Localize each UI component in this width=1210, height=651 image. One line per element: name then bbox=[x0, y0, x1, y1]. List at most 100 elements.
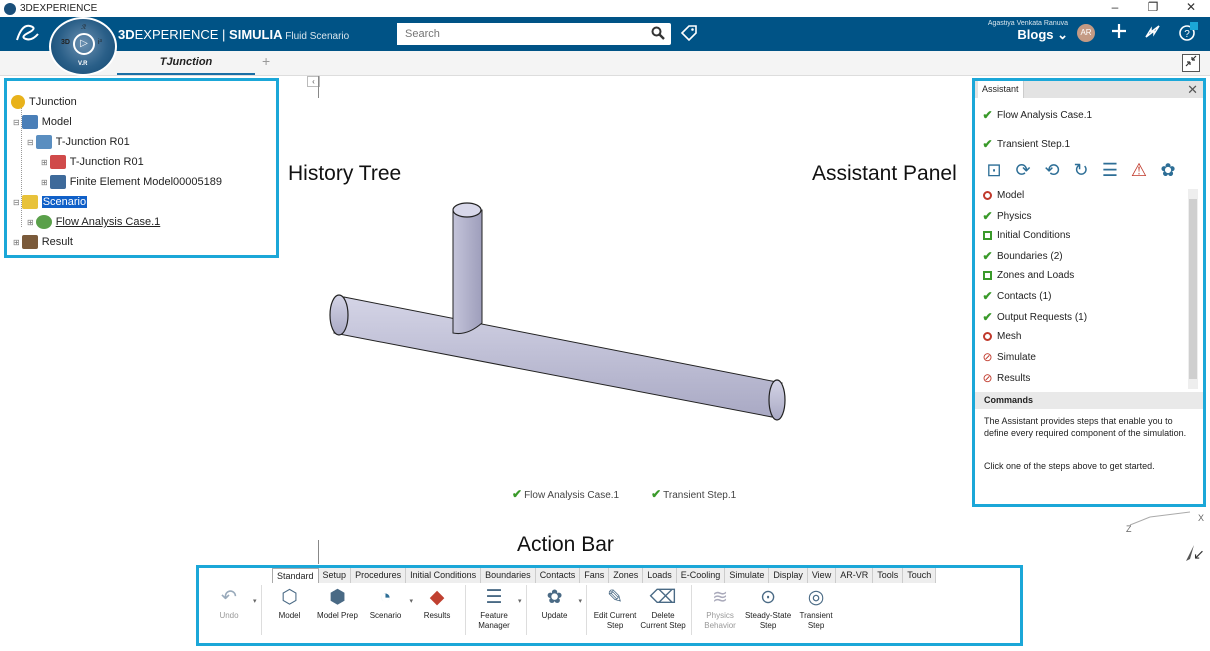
assistant-scrollbar[interactable] bbox=[1188, 189, 1198, 389]
tab-boundaries[interactable]: Boundaries bbox=[481, 568, 536, 583]
edit-step-button[interactable]: ✎ Edit Current Step bbox=[591, 585, 639, 631]
step-simulate[interactable]: ⊘ Simulate bbox=[981, 351, 1035, 364]
refresh-icon[interactable]: ⟳ bbox=[1012, 159, 1034, 181]
tree-node-result[interactable]: ⊞ Result bbox=[13, 235, 73, 249]
close-button[interactable]: ✕ bbox=[1172, 0, 1210, 15]
svg-text:?: ? bbox=[1184, 29, 1190, 40]
physics-behavior-button[interactable]: ≋ Physics Behavior bbox=[696, 585, 744, 631]
help-icon[interactable]: ? bbox=[1178, 22, 1198, 47]
user-menu[interactable]: Agastiya Venkata Ranuva Blogs ⌄ bbox=[960, 20, 1068, 43]
undo-button[interactable]: ↶ Undo bbox=[205, 585, 253, 621]
refresh-play-icon[interactable]: ↻ bbox=[1070, 159, 1092, 181]
warning-icon[interactable]: ⚠ bbox=[1128, 159, 1150, 181]
tab-setup[interactable]: Setup bbox=[318, 568, 352, 583]
tab-loads[interactable]: Loads bbox=[643, 568, 677, 583]
status-transient[interactable]: ✔ Transient Step.1 bbox=[651, 487, 736, 501]
ds-logo-icon[interactable] bbox=[14, 22, 42, 49]
step-model[interactable]: Model bbox=[981, 190, 1024, 201]
divider bbox=[318, 76, 319, 98]
add-icon[interactable] bbox=[1110, 22, 1128, 45]
tree-node-tjr01[interactable]: ⊟ T-Junction R01 bbox=[27, 135, 130, 149]
delete-step-button[interactable]: ⌫ Delete Current Step bbox=[639, 585, 687, 631]
top-bar: 3DEXPERIENCE | SIMULIA Fluid Scenario Ag… bbox=[0, 17, 1210, 51]
commands-header: Commands bbox=[975, 392, 1203, 409]
share-icon[interactable] bbox=[1143, 22, 1161, 45]
axis-triad[interactable]: X Z bbox=[1112, 497, 1208, 577]
tree-node-root[interactable]: TJunction bbox=[11, 95, 77, 109]
step-mesh[interactable]: Mesh bbox=[981, 331, 1021, 342]
feature-manager-button[interactable]: ☰ Feature Manager bbox=[470, 585, 518, 631]
minimize-button[interactable]: – bbox=[1096, 0, 1134, 15]
assistant-flow-case[interactable]: ✔ Flow Analysis Case.1 bbox=[981, 109, 1092, 122]
step-results[interactable]: ⊘ Results bbox=[981, 372, 1030, 385]
model-prep-button[interactable]: ⬢ Model Prep bbox=[314, 585, 362, 621]
cursor-arrow-icon: ↙ bbox=[1193, 546, 1205, 562]
user-label[interactable]: Blogs ⌄ bbox=[960, 27, 1068, 43]
avatar[interactable]: AR bbox=[1077, 24, 1095, 42]
scenario-icon: ◔ bbox=[379, 587, 392, 608]
tab-ar-vr[interactable]: AR-VR bbox=[836, 568, 874, 583]
action-bar: Standard Setup Procedures Initial Condit… bbox=[196, 565, 1023, 646]
assistant-tab[interactable]: Assistant bbox=[978, 81, 1024, 98]
search-box[interactable] bbox=[397, 23, 671, 45]
play-icon[interactable]: ▷ bbox=[73, 33, 95, 55]
tab-display[interactable]: Display bbox=[769, 568, 808, 583]
eraser-icon: ⌫ bbox=[649, 587, 677, 608]
search-icon[interactable] bbox=[651, 26, 665, 43]
list-icon[interactable]: ☰ bbox=[1099, 159, 1121, 181]
close-icon[interactable]: ✕ bbox=[1187, 81, 1198, 98]
step-zones[interactable]: Zones and Loads bbox=[981, 270, 1074, 281]
tab-row: TJunction + bbox=[0, 51, 1210, 76]
tab-simulate[interactable]: Simulate bbox=[725, 568, 770, 583]
axis-z-label: Z bbox=[1126, 524, 1132, 534]
tree-node-flow[interactable]: ⊞ Flow Analysis Case.1 bbox=[27, 215, 160, 229]
restore-button[interactable]: ❐ bbox=[1134, 0, 1172, 15]
fem-icon bbox=[49, 175, 66, 189]
compass-widget[interactable]: ℛ 3D ▷ i³ V.R bbox=[49, 17, 117, 76]
commands-hint: Click one of the steps above to get star… bbox=[984, 461, 1155, 471]
steady-state-step-button[interactable]: ⊙ Steady-State Step bbox=[744, 585, 792, 631]
tjunction-3d-model[interactable] bbox=[320, 195, 790, 425]
tab-procedures[interactable]: Procedures bbox=[351, 568, 407, 583]
tab-touch[interactable]: Touch bbox=[903, 568, 937, 583]
tab-contacts[interactable]: Contacts bbox=[535, 568, 581, 583]
step-output[interactable]: ✔ Output Requests (1) bbox=[981, 311, 1087, 324]
add-tab-button[interactable]: + bbox=[262, 53, 270, 69]
app-logo-icon bbox=[4, 2, 16, 15]
model-button[interactable]: ⬡ Model bbox=[266, 585, 314, 621]
tree-node-model[interactable]: ⊟ Model bbox=[13, 115, 72, 129]
action-bar-tabs: Standard Setup Procedures Initial Condit… bbox=[272, 568, 937, 583]
tab-initial-conditions[interactable]: Initial Conditions bbox=[406, 568, 482, 583]
step-contacts[interactable]: ✔ Contacts (1) bbox=[981, 290, 1051, 303]
results-button[interactable]: ◆ Results bbox=[413, 585, 461, 621]
search-input[interactable] bbox=[397, 23, 637, 45]
tree-node-fem[interactable]: ⊞ Finite Element Model00005189 bbox=[41, 175, 222, 189]
tag-icon[interactable] bbox=[680, 24, 698, 46]
step-initial[interactable]: Initial Conditions bbox=[981, 230, 1070, 241]
user-name: Agastiya Venkata Ranuva bbox=[987, 20, 1068, 27]
step-boundaries[interactable]: ✔ Boundaries (2) bbox=[981, 250, 1062, 263]
assistant-transient-step[interactable]: ✔ Transient Step.1 bbox=[981, 138, 1070, 151]
brand-title: 3DEXPERIENCE | SIMULIA Fluid Scenario bbox=[118, 27, 350, 42]
grid-icon[interactable]: ⊡ bbox=[983, 159, 1005, 181]
divider bbox=[318, 540, 319, 564]
status-flow[interactable]: ✔ Flow Analysis Case.1 bbox=[512, 487, 619, 501]
tab-tjunction[interactable]: TJunction bbox=[117, 51, 255, 75]
collapse-icon[interactable] bbox=[1182, 54, 1200, 72]
update-icon[interactable]: ✿ bbox=[1157, 159, 1179, 181]
refresh-all-icon[interactable]: ⟲ bbox=[1041, 159, 1063, 181]
tree-node-scenario[interactable]: ⊟ Scenario bbox=[13, 195, 88, 209]
step-physics[interactable]: ✔ Physics bbox=[981, 210, 1031, 223]
tab-standard[interactable]: Standard bbox=[272, 568, 319, 583]
tab-fans[interactable]: Fans bbox=[580, 568, 610, 583]
action-bar-tools: ↶ Undo ▾ ⬡ Model ⬢ Model Prep ◔ Scenario ▾ ◆… bbox=[205, 585, 840, 645]
tab-zones[interactable]: Zones bbox=[609, 568, 644, 583]
tab-e-cooling[interactable]: E-Cooling bbox=[676, 568, 726, 583]
scenario-button[interactable]: ◔ Scenario bbox=[362, 585, 410, 621]
tab-view[interactable]: View bbox=[807, 568, 837, 583]
steady-state-icon: ⊙ bbox=[760, 587, 777, 608]
tree-node-part[interactable]: ⊞ T-Junction R01 bbox=[41, 155, 144, 169]
update-button[interactable]: ✿ Update bbox=[531, 585, 579, 621]
transient-step-button[interactable]: ◎ Transient Step bbox=[792, 585, 840, 631]
tab-tools[interactable]: Tools bbox=[873, 568, 904, 583]
